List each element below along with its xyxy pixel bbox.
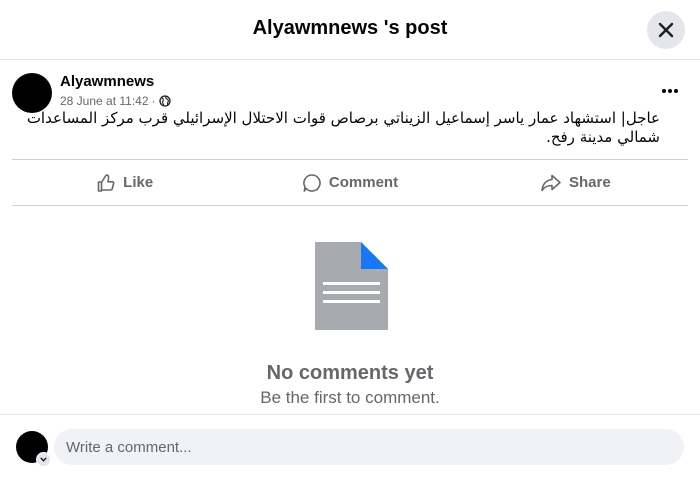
post-date[interactable]: 28 June at 11:42 [60, 94, 149, 108]
chevron-down-icon[interactable] [36, 452, 51, 467]
dialog-title: Alyawmnews 's post [252, 17, 448, 39]
globe-icon[interactable] [158, 95, 171, 107]
like-label: Like [123, 174, 154, 191]
empty-comments-subtitle: Be the first to comment. [260, 388, 440, 407]
empty-comments-title: No comments yet [266, 362, 434, 384]
comment-button[interactable]: Comment [237, 160, 462, 205]
more-horizontal-icon [662, 89, 678, 93]
comment-label: Comment [328, 174, 399, 191]
comment-bubble-icon [303, 173, 321, 192]
close-icon [658, 22, 674, 38]
like-button[interactable]: Like [12, 160, 237, 205]
dialog-header: Alyawmnews 's post [0, 0, 700, 60]
share-label: Share [568, 174, 611, 191]
author-avatar[interactable] [12, 73, 52, 113]
post-text: عاجل| استشهاد عمار ياسر إسماعيل الزيناتي… [26, 109, 660, 146]
close-button[interactable] [647, 11, 685, 49]
post-actions-bar: Like Comment Share [12, 159, 688, 206]
document-icon [315, 242, 388, 330]
post-meta: 28 June at 11:42 · [60, 94, 171, 108]
more-options-button[interactable] [652, 80, 688, 102]
author-name[interactable]: Alyawmnews [60, 73, 154, 90]
share-arrow-icon [541, 174, 561, 191]
meta-separator: · [151, 94, 156, 108]
thumbs-up-icon [97, 173, 115, 192]
comment-composer [0, 414, 700, 483]
share-button[interactable]: Share [463, 160, 688, 205]
comment-input[interactable] [54, 429, 684, 465]
